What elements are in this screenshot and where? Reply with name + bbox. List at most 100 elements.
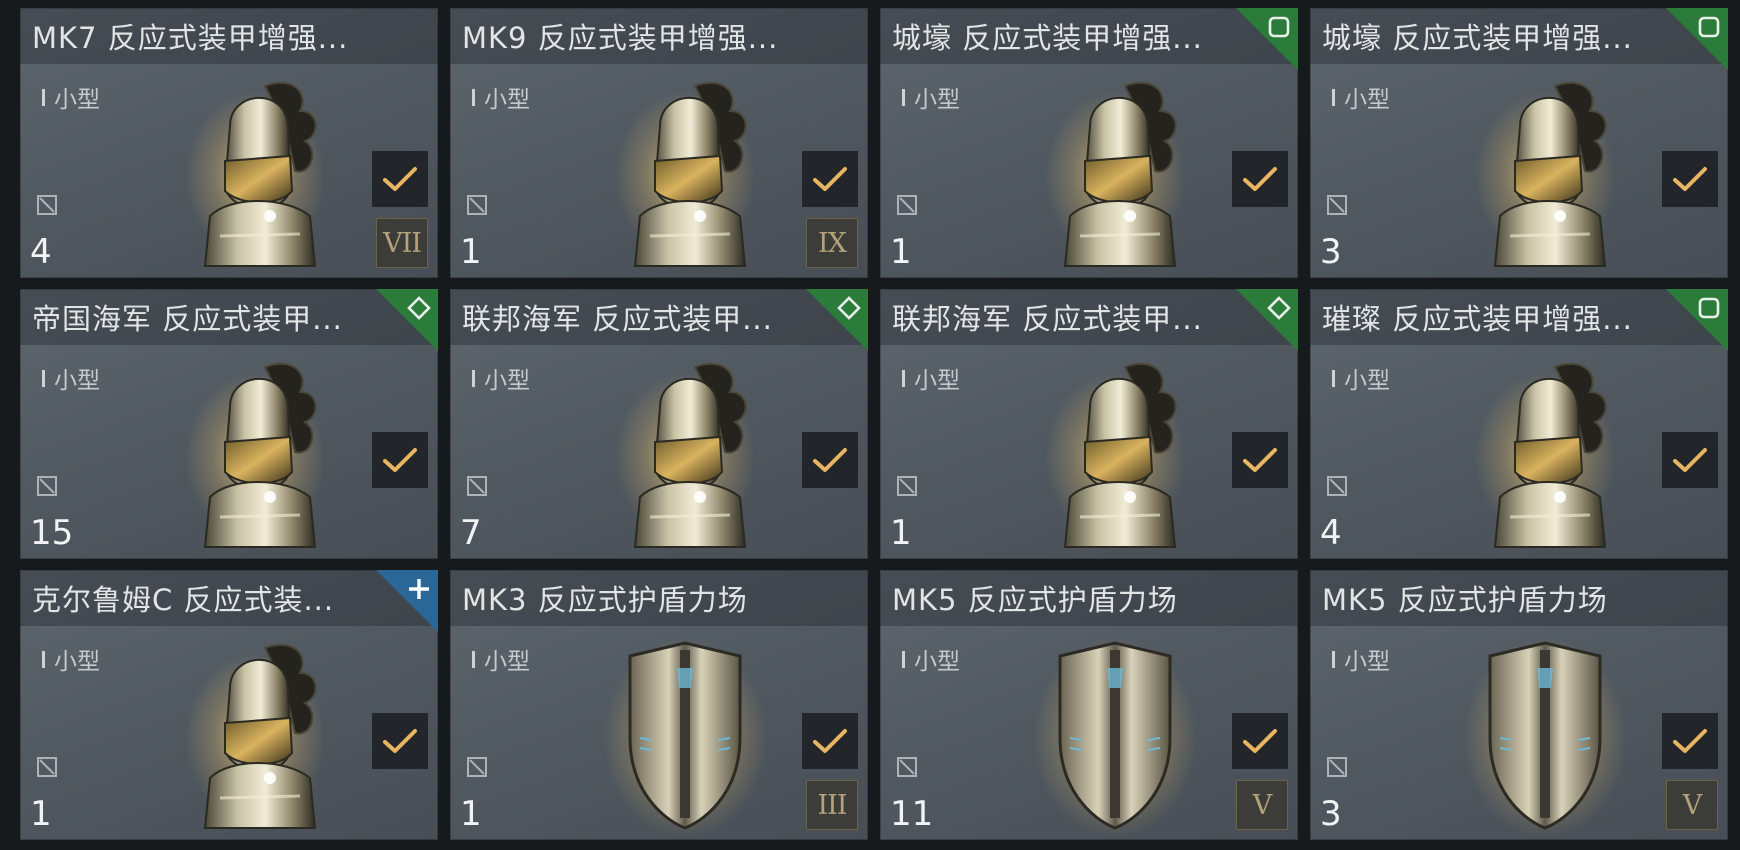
size-bar <box>472 650 475 668</box>
unfit-icon <box>466 756 488 778</box>
unfit-icon <box>896 756 918 778</box>
module-title-text: 克尔鲁姆C 反应式装... <box>32 583 335 617</box>
helmet-icon <box>170 628 340 838</box>
helmet-icon <box>1460 66 1630 276</box>
size-bar <box>902 88 905 106</box>
tech-level-badge: III <box>806 780 858 830</box>
helmet-icon <box>600 66 770 276</box>
quantity: 3 <box>1320 232 1342 272</box>
module-title-text: 联邦海军 反应式装甲... <box>892 302 1203 336</box>
fitted-check[interactable] <box>1232 151 1288 207</box>
quantity: 1 <box>460 794 482 834</box>
size-label: 小型 <box>54 649 100 675</box>
size-tag: 小型 <box>902 642 960 676</box>
rounded-square-icon <box>1696 295 1722 321</box>
fitted-check[interactable] <box>372 151 428 207</box>
fitted-check[interactable] <box>372 713 428 769</box>
size-tag: 小型 <box>472 642 530 676</box>
shield-icon <box>600 628 770 838</box>
module-title-text: MK3 反应式护盾力场 <box>462 583 748 617</box>
size-label: 小型 <box>1344 87 1390 113</box>
module-title-text: MK7 反应式装甲增强... <box>32 21 349 55</box>
size-tag: 小型 <box>1332 80 1390 114</box>
unfit-icon <box>36 475 58 497</box>
diamond-icon <box>836 295 862 321</box>
fitted-check[interactable] <box>372 432 428 488</box>
rounded-square-icon <box>1266 14 1292 40</box>
module-title-text: MK5 反应式护盾力场 <box>892 583 1178 617</box>
check-icon <box>383 448 417 472</box>
size-label: 小型 <box>484 368 530 394</box>
fitted-check[interactable] <box>1662 432 1718 488</box>
tech-level-badge: VII <box>376 218 428 268</box>
fitted-check[interactable] <box>1232 432 1288 488</box>
check-icon <box>813 167 847 191</box>
module-card[interactable]: MK5 反应式护盾力场 小型 3 V <box>1310 570 1728 840</box>
helmet-icon <box>1460 347 1630 557</box>
module-card[interactable]: 城壕 反应式装甲增强... 小型 3 <box>1310 8 1728 278</box>
module-title-text: 帝国海军 反应式装甲... <box>32 302 343 336</box>
module-card[interactable]: 联邦海军 反应式装甲... 小型 7 <box>450 289 868 559</box>
module-title: MK5 反应式护盾力场 <box>1310 570 1728 626</box>
fitted-check[interactable] <box>1662 151 1718 207</box>
size-label: 小型 <box>54 87 100 113</box>
size-label: 小型 <box>1344 368 1390 394</box>
check-icon <box>383 729 417 753</box>
module-card[interactable]: MK5 反应式护盾力场 小型 11 V <box>880 570 1298 840</box>
module-title: MK9 反应式装甲增强... <box>450 8 868 64</box>
size-label: 小型 <box>484 87 530 113</box>
size-bar <box>1332 650 1335 668</box>
size-bar <box>1332 88 1335 106</box>
module-title: MK3 反应式护盾力场 <box>450 570 868 626</box>
check-icon <box>813 448 847 472</box>
module-card[interactable]: MK3 反应式护盾力场 小型 1 III <box>450 570 868 840</box>
module-title-text: 城壕 反应式装甲增强... <box>892 21 1203 55</box>
check-icon <box>383 167 417 191</box>
size-bar <box>472 88 475 106</box>
quantity: 4 <box>30 232 52 272</box>
unfit-icon <box>36 194 58 216</box>
plus-icon <box>406 576 432 602</box>
module-card[interactable]: MK9 反应式装甲增强... 小型 1 IX <box>450 8 868 278</box>
size-tag: 小型 <box>42 642 100 676</box>
size-tag: 小型 <box>1332 642 1390 676</box>
unfit-icon <box>36 756 58 778</box>
fitted-check[interactable] <box>802 713 858 769</box>
quantity: 1 <box>460 232 482 272</box>
fitted-check[interactable] <box>1232 713 1288 769</box>
helmet-icon <box>1030 66 1200 276</box>
shield-icon <box>1460 628 1630 838</box>
check-icon <box>1673 448 1707 472</box>
module-card[interactable]: MK7 反应式装甲增强... 小型 4 VII <box>20 8 438 278</box>
quantity: 1 <box>890 513 912 553</box>
size-tag: 小型 <box>472 80 530 114</box>
size-bar <box>42 650 45 668</box>
size-label: 小型 <box>914 87 960 113</box>
module-card[interactable]: 联邦海军 反应式装甲... 小型 1 <box>880 289 1298 559</box>
unfit-icon <box>1326 194 1348 216</box>
size-label: 小型 <box>484 649 530 675</box>
fitted-check[interactable] <box>802 151 858 207</box>
module-card[interactable]: 克尔鲁姆C 反应式装... 小型 1 <box>20 570 438 840</box>
fitted-check[interactable] <box>802 432 858 488</box>
module-title-text: MK5 反应式护盾力场 <box>1322 583 1608 617</box>
tech-level-badge: IX <box>806 218 858 268</box>
quantity: 15 <box>30 513 74 553</box>
module-card[interactable]: 璀璨 反应式装甲增强... 小型 4 <box>1310 289 1728 559</box>
fitted-check[interactable] <box>1662 713 1718 769</box>
size-label: 小型 <box>914 649 960 675</box>
helmet-icon <box>600 347 770 557</box>
size-bar <box>902 650 905 668</box>
size-tag: 小型 <box>42 80 100 114</box>
size-bar <box>472 369 475 387</box>
module-card[interactable]: 城壕 反应式装甲增强... 小型 1 <box>880 8 1298 278</box>
tech-level-badge: V <box>1666 780 1718 830</box>
size-tag: 小型 <box>902 80 960 114</box>
module-title: MK5 反应式护盾力场 <box>880 570 1298 626</box>
helmet-icon <box>1030 347 1200 557</box>
unfit-icon <box>896 475 918 497</box>
unfit-icon <box>1326 475 1348 497</box>
size-tag: 小型 <box>42 361 100 395</box>
size-label: 小型 <box>914 368 960 394</box>
module-card[interactable]: 帝国海军 反应式装甲... 小型 15 <box>20 289 438 559</box>
